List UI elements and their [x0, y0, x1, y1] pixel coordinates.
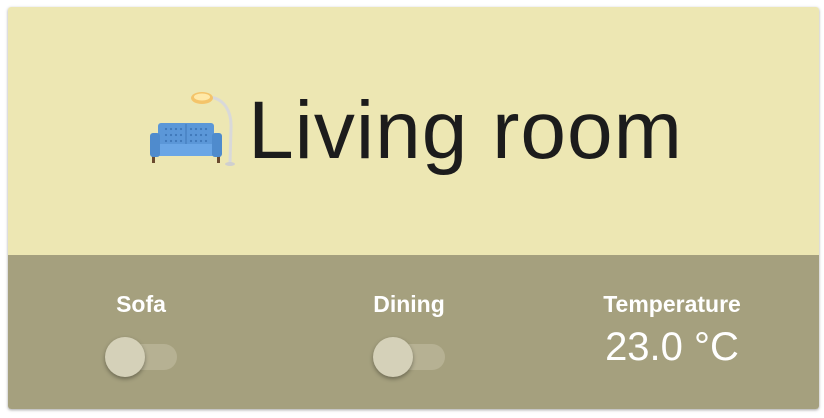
dining-control: Dining	[334, 255, 484, 409]
temperature-sensor[interactable]: Temperature 23.0 °C	[572, 255, 772, 409]
couch-and-lamp-icon	[150, 92, 236, 166]
card-footer: Sofa Dining Temperature 23.0 °C	[8, 255, 819, 409]
sofa-toggle[interactable]	[105, 337, 177, 377]
temperature-value: 23.0 °C	[605, 325, 739, 369]
sofa-control: Sofa	[66, 255, 216, 409]
dining-toggle[interactable]	[373, 337, 445, 377]
title-row: Living room	[8, 7, 819, 255]
room-title: Living room	[248, 85, 683, 176]
sofa-label: Sofa	[116, 291, 166, 317]
temperature-label: Temperature	[603, 291, 741, 317]
dining-label: Dining	[373, 291, 445, 317]
room-card: Living room Sofa Dining Temperature 23.0…	[8, 7, 819, 409]
dining-toggle-knob	[373, 337, 413, 377]
card-header: Living room	[8, 7, 819, 255]
sofa-toggle-knob	[105, 337, 145, 377]
